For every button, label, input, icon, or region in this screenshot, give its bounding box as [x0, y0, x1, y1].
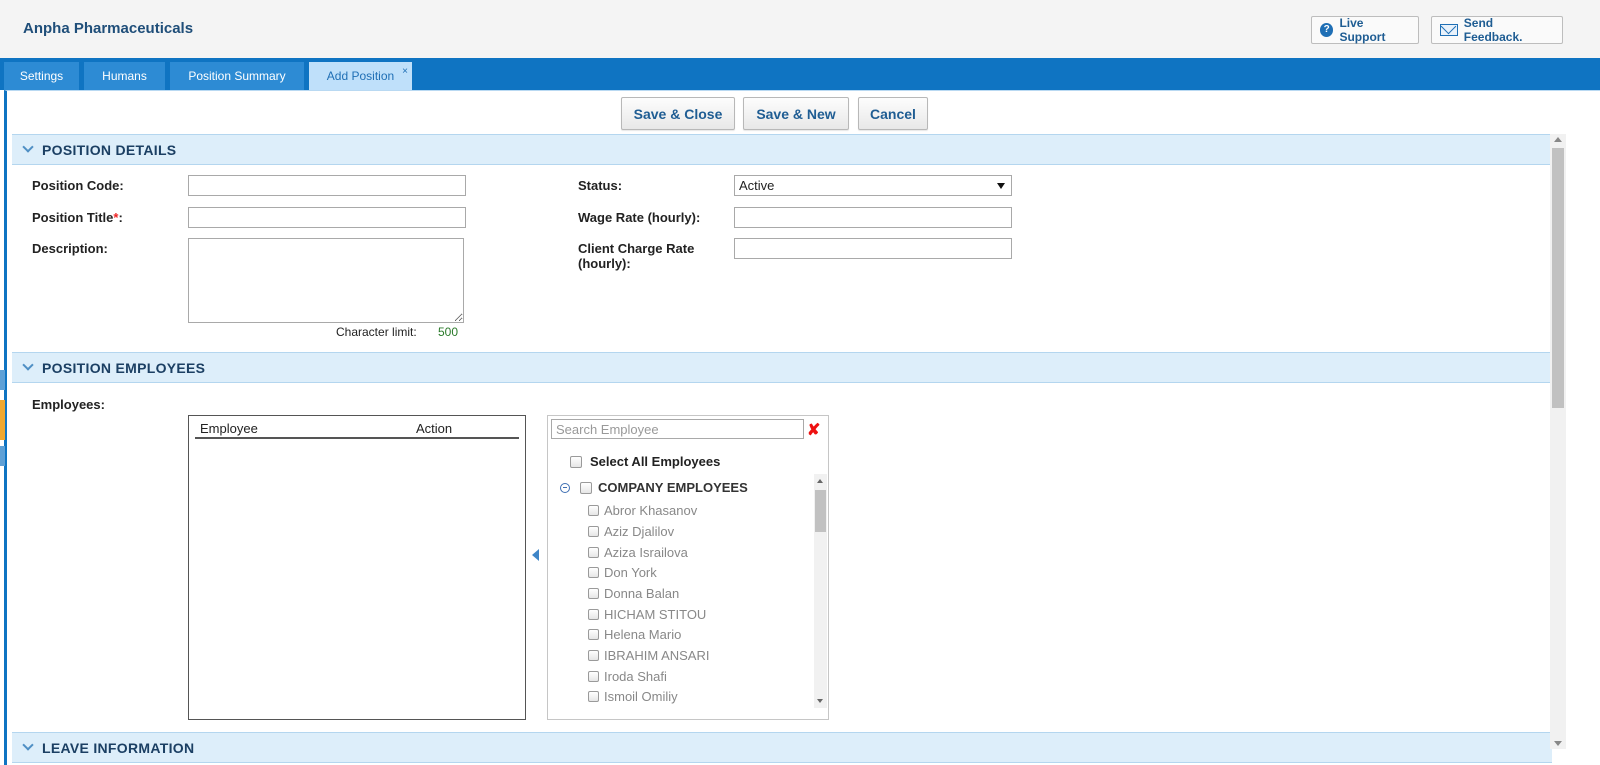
section-title: LEAVE INFORMATION: [42, 739, 195, 756]
wage-rate-input[interactable]: [734, 207, 1012, 228]
leave-information-header[interactable]: LEAVE INFORMATION: [12, 732, 1552, 763]
column-employee: Employee: [200, 421, 258, 436]
checkbox-icon[interactable]: [580, 481, 592, 494]
tree-item[interactable]: HICHAM STITOU: [588, 607, 706, 622]
tab-position-summary[interactable]: Position Summary: [170, 62, 304, 90]
tree-item[interactable]: Donna Balan: [588, 586, 679, 601]
page-scrollbar[interactable]: [1550, 134, 1566, 749]
tree-item[interactable]: Don York: [588, 565, 657, 580]
checkbox-icon[interactable]: [588, 671, 599, 682]
checkbox-icon[interactable]: [588, 609, 599, 620]
status-label: Status:: [578, 178, 623, 193]
scroll-thumb[interactable]: [815, 490, 826, 532]
tab-humans[interactable]: Humans: [84, 62, 165, 90]
chevron-down-icon: [22, 739, 34, 751]
checkbox-icon[interactable]: [588, 629, 599, 640]
select-all-label: Select All Employees: [590, 454, 721, 469]
save-new-button[interactable]: Save & New: [743, 97, 849, 130]
scroll-up-icon[interactable]: [817, 479, 823, 483]
client-charge-label: Client Charge Rate (hourly):: [578, 241, 695, 271]
send-feedback-button[interactable]: Send Feedback.: [1431, 16, 1563, 44]
chevron-down-icon: [22, 359, 34, 371]
section-title: POSITION EMPLOYEES: [42, 359, 206, 376]
cancel-button[interactable]: Cancel: [858, 97, 928, 130]
group-label: COMPANY EMPLOYEES: [598, 480, 748, 495]
tree-item[interactable]: Aziza Israilova: [588, 545, 688, 560]
scroll-thumb[interactable]: [1552, 148, 1564, 408]
column-action: Action: [416, 421, 453, 436]
tab-label: Position Summary: [188, 69, 286, 83]
wage-rate-label: Wage Rate (hourly):: [578, 210, 701, 225]
status-select[interactable]: Active: [734, 175, 1012, 196]
send-feedback-label: Send Feedback.: [1463, 16, 1523, 44]
tab-add-position[interactable]: Add Position ×: [309, 62, 412, 90]
tree-scrollbar[interactable]: [814, 474, 827, 708]
tree-item[interactable]: Iroda Shafi: [588, 669, 667, 684]
collapse-icon[interactable]: [560, 482, 570, 493]
employees-label: Employees:: [32, 397, 105, 412]
scroll-down-icon[interactable]: [817, 699, 823, 703]
checkbox-icon[interactable]: [588, 567, 599, 578]
side-panel-toggle[interactable]: [0, 400, 5, 440]
checkbox-icon[interactable]: [588, 650, 599, 661]
tab-bar: Settings Humans Position Summary Add Pos…: [0, 58, 1600, 90]
clear-search-icon[interactable]: ✘: [807, 420, 820, 440]
tree-item[interactable]: IBRAHIM ANSARI: [588, 648, 709, 663]
status-value: Active: [739, 178, 775, 193]
tab-label: Humans: [102, 69, 147, 83]
checkbox-icon[interactable]: [588, 547, 599, 558]
tree-group-company-employees[interactable]: COMPANY EMPLOYEES: [560, 480, 748, 495]
table-header: Employee Action: [195, 418, 519, 439]
client-charge-input[interactable]: [734, 238, 1012, 259]
tree-item[interactable]: Helena Mario: [588, 627, 681, 642]
checkbox-icon[interactable]: [588, 588, 599, 599]
live-support-label: Live Support: [1339, 16, 1386, 44]
help-icon: ?: [1320, 23, 1334, 37]
scroll-down-icon[interactable]: [1554, 741, 1562, 746]
search-employee-input[interactable]: [551, 419, 804, 439]
scroll-up-icon[interactable]: [1554, 137, 1562, 142]
side-panel-marker: [0, 446, 5, 466]
live-support-button[interactable]: ? Live Support: [1311, 16, 1419, 44]
move-left-arrow-icon[interactable]: [532, 549, 539, 561]
char-limit-label: Character limit:: [336, 325, 417, 339]
checkbox-icon[interactable]: [588, 505, 599, 516]
position-code-input[interactable]: [188, 175, 466, 196]
position-employees-header[interactable]: POSITION EMPLOYEES: [12, 352, 1552, 383]
position-title-input[interactable]: [188, 207, 466, 228]
tab-label: Add Position: [326, 69, 395, 83]
checkbox-icon[interactable]: [588, 691, 599, 702]
tree-item[interactable]: Abror Khasanov: [588, 503, 697, 518]
top-bar: Anpha Pharmaceuticals ? Live Support Sen…: [0, 0, 1600, 58]
close-icon[interactable]: ×: [402, 66, 408, 77]
description-label: Description:: [32, 241, 108, 256]
employee-picker: ✘ Select All Employees COMPANY EMPLOYEES…: [547, 415, 829, 720]
tab-settings[interactable]: Settings: [4, 62, 79, 90]
position-code-label: Position Code:: [32, 178, 124, 193]
select-all-checkbox[interactable]: Select All Employees: [570, 454, 720, 469]
tree-item[interactable]: Ismoil Omiliy: [588, 689, 678, 704]
tab-label: Settings: [19, 69, 64, 83]
description-textarea[interactable]: [188, 238, 464, 323]
dropdown-caret-icon: [997, 182, 1005, 189]
employee-tree: COMPANY EMPLOYEES Abror Khasanov Aziz Dj…: [554, 474, 826, 708]
position-title-label: Position Title*:: [32, 210, 123, 225]
checkbox-icon: [570, 455, 582, 468]
section-title: POSITION DETAILS: [42, 141, 177, 158]
checkbox-icon[interactable]: [588, 526, 599, 537]
position-details-header[interactable]: POSITION DETAILS: [12, 134, 1552, 165]
mail-icon: [1440, 24, 1458, 36]
app-title: Anpha Pharmaceuticals: [23, 20, 194, 37]
chevron-down-icon: [22, 141, 34, 153]
selected-employees-table: Employee Action: [188, 415, 526, 720]
char-limit-value: 500: [438, 325, 459, 339]
side-panel-marker: [0, 370, 5, 390]
tree-item[interactable]: Aziz Djalilov: [588, 524, 674, 539]
save-close-button[interactable]: Save & Close: [621, 97, 735, 130]
